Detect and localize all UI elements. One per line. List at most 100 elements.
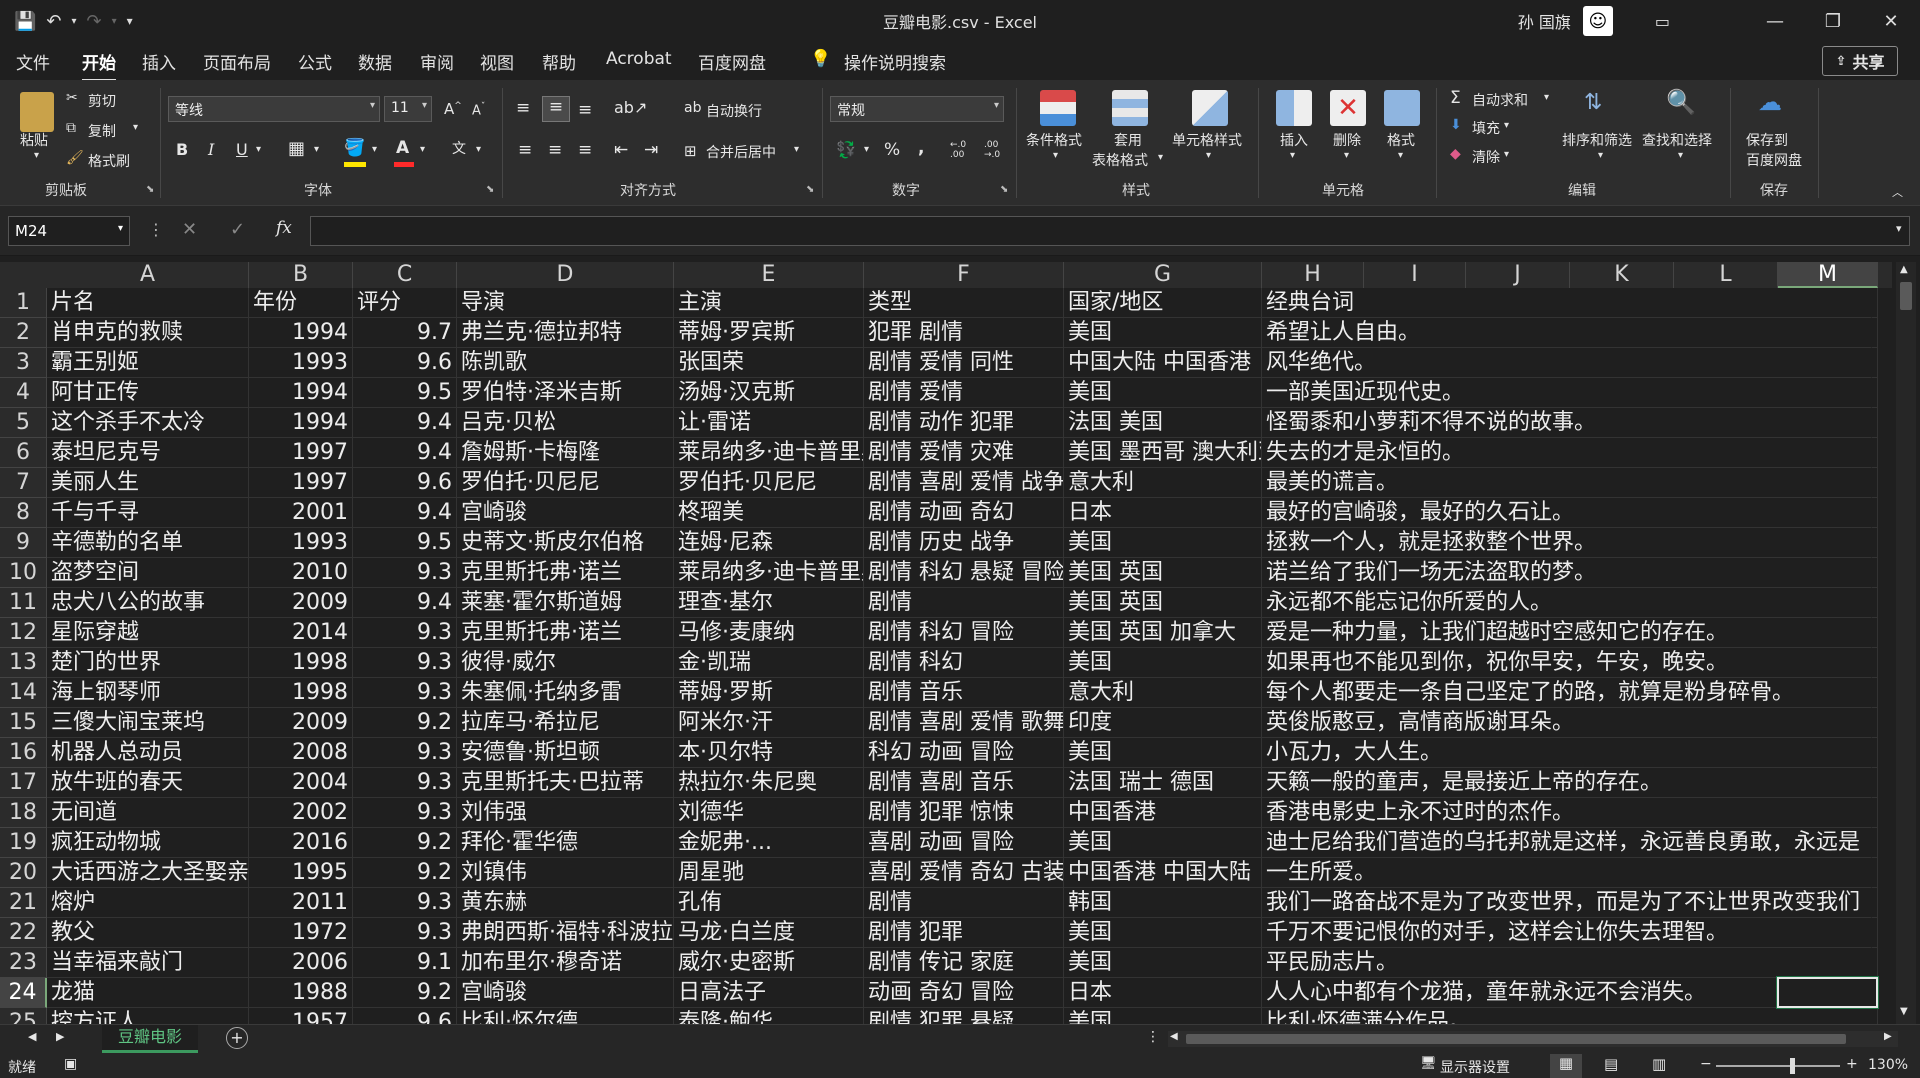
table-cell[interactable]: 黄东赫 <box>457 888 674 918</box>
table-cell[interactable]: 剧情 科幻 冒险 <box>864 618 1064 648</box>
collapse-ribbon-icon[interactable]: ︿ <box>1892 184 1903 200</box>
table-cell[interactable]: 美国 <box>1064 648 1262 678</box>
table-cell[interactable]: 熔炉 <box>47 888 249 918</box>
more-icon[interactable]: ⋮ <box>1146 1029 1160 1045</box>
merge-dropdown-icon[interactable]: ▾ <box>794 144 799 155</box>
merge-center-button[interactable]: 合并后居中 <box>706 142 776 162</box>
table-cell[interactable]: 1997 <box>249 438 353 468</box>
table-cell[interactable]: 喜剧 爱情 奇幻 古装 <box>864 858 1064 888</box>
undo-dropdown-icon[interactable]: ▾ <box>72 16 77 27</box>
table-cell[interactable]: 爱是一种力量，让我们超越时空感知它的存在。 <box>1262 618 1872 648</box>
table-cell[interactable]: 剧情 爱情 灾难 <box>864 438 1064 468</box>
table-cell[interactable]: 类型 <box>864 288 1064 318</box>
table-cell[interactable]: 剧情 科幻 <box>864 648 1064 678</box>
table-cell[interactable]: 忠犬八公的故事 <box>47 588 249 618</box>
row-header[interactable]: 10 <box>0 558 47 588</box>
bold-button[interactable]: B <box>176 140 188 159</box>
table-cell[interactable]: 剧情 科幻 悬疑 冒险 <box>864 558 1064 588</box>
table-cell[interactable]: 美国 <box>1064 918 1262 948</box>
column-header[interactable]: K <box>1570 262 1674 288</box>
table-cell[interactable]: 宫崎骏 <box>457 978 674 1008</box>
table-cell[interactable]: 导演 <box>457 288 674 318</box>
tab-data[interactable]: 数据 <box>358 49 392 74</box>
row-header[interactable]: 13 <box>0 648 47 678</box>
table-cell[interactable]: 剧情 犯罪 惊悚 <box>864 798 1064 828</box>
borders-icon[interactable]: ▦ <box>288 138 305 159</box>
fill-color-dropdown-icon[interactable]: ▾ <box>372 144 377 155</box>
percent-style-button[interactable]: % <box>884 140 900 160</box>
sort-filter-dropdown-icon[interactable]: ▾ <box>1598 150 1603 161</box>
table-cell[interactable]: 9.6 <box>353 468 457 498</box>
table-cell[interactable]: 剧情 传记 家庭 <box>864 948 1064 978</box>
table-cell[interactable]: 阿甘正传 <box>47 378 249 408</box>
table-cell[interactable]: 金·凯瑞 <box>674 648 864 678</box>
increase-decimal-button[interactable]: ←.0 .00 <box>950 140 978 160</box>
user-account[interactable]: 孙 国旗 ☺ ▭ <box>1518 6 1670 36</box>
table-cell[interactable]: 美国 英国 <box>1064 558 1262 588</box>
table-cell[interactable]: 国家/地区 <box>1064 288 1262 318</box>
table-cell[interactable]: 剧情 动画 奇幻 <box>864 498 1064 528</box>
prev-sheet-icon[interactable]: ◀ <box>28 1030 36 1043</box>
table-cell[interactable]: 剧情 爱情 同性 <box>864 348 1064 378</box>
table-cell[interactable]: 放牛班的春天 <box>47 768 249 798</box>
insert-cells-button[interactable]: 插入 <box>1280 130 1308 150</box>
row-header[interactable]: 18 <box>0 798 47 828</box>
align-bottom-icon[interactable]: ≡ <box>578 100 592 120</box>
find-dropdown-icon[interactable]: ▾ <box>1678 150 1683 161</box>
table-cell[interactable]: 1972 <box>249 918 353 948</box>
eraser-icon[interactable]: ◆ <box>1450 146 1461 162</box>
autosum-icon[interactable]: Σ <box>1450 88 1461 108</box>
font-name-combo[interactable]: 等线 ▾ <box>168 96 380 122</box>
insert-dropdown-icon[interactable]: ▾ <box>1290 150 1295 161</box>
comma-style-button[interactable]: , <box>918 138 924 158</box>
table-cell[interactable]: 意大利 <box>1064 468 1262 498</box>
row-header[interactable]: 14 <box>0 678 47 708</box>
table-cell[interactable]: 泰坦尼克号 <box>47 438 249 468</box>
row-header[interactable]: 25 <box>0 1008 47 1024</box>
table-cell[interactable]: 2016 <box>249 828 353 858</box>
column-header[interactable]: F <box>864 262 1064 288</box>
delete-dropdown-icon[interactable]: ▾ <box>1344 150 1349 161</box>
zoom-slider-track[interactable] <box>1716 1065 1840 1067</box>
row-header[interactable]: 9 <box>0 528 47 558</box>
table-cell[interactable]: 9.5 <box>353 528 457 558</box>
number-format-combo[interactable]: 常规 ▾ <box>830 96 1004 122</box>
table-cell[interactable]: 宫崎骏 <box>457 498 674 528</box>
tab-acrobat[interactable]: Acrobat <box>606 49 672 69</box>
name-box[interactable]: M24 ▾ <box>8 216 130 246</box>
table-cell[interactable]: 弗兰克·德拉邦特 <box>457 318 674 348</box>
page-layout-view-icon[interactable]: ▤ <box>1604 1055 1618 1073</box>
table-cell[interactable]: 我们一路奋战不是为了改变世界，而是为了不让世界改变我们 <box>1262 888 1872 918</box>
font-launcher-icon[interactable]: ⬊ <box>486 184 494 195</box>
table-cell[interactable]: 天籁一般的童声，是最接近上帝的存在。 <box>1262 768 1872 798</box>
table-cell[interactable]: 肖申克的救赎 <box>47 318 249 348</box>
table-cell[interactable]: 弗朗西斯·福特·科波拉 <box>457 918 674 948</box>
column-header[interactable]: J <box>1466 262 1570 288</box>
table-cell[interactable]: 蒂姆·罗宾斯 <box>674 318 864 348</box>
table-cell[interactable]: 莱昂纳多·迪卡普里奥 <box>674 438 864 468</box>
row-header[interactable]: 11 <box>0 588 47 618</box>
table-cell[interactable]: 美国 英国 加拿大 <box>1064 618 1262 648</box>
table-cell[interactable]: 9.4 <box>353 408 457 438</box>
table-cell[interactable]: 剧情 犯罪 悬疑 <box>864 1008 1064 1024</box>
table-cell[interactable]: 印度 <box>1064 708 1262 738</box>
accounting-dropdown-icon[interactable]: ▾ <box>864 144 869 155</box>
table-cell[interactable]: 9.5 <box>353 378 457 408</box>
redo-icon[interactable]: ↷ <box>87 11 102 32</box>
table-cell[interactable]: 蒂姆·罗斯 <box>674 678 864 708</box>
table-cell[interactable]: 每个人都要走一条自己坚定了的路，就算是粉身碎骨。 <box>1262 678 1872 708</box>
delete-cells-button[interactable]: 删除 <box>1333 130 1361 150</box>
column-header[interactable]: L <box>1674 262 1778 288</box>
delete-cells-icon[interactable]: ✕ <box>1330 90 1366 126</box>
table-cell[interactable]: 9.3 <box>353 648 457 678</box>
table-cell[interactable]: 当幸福来敲门 <box>47 948 249 978</box>
row-header[interactable]: 23 <box>0 948 47 978</box>
tab-page-layout[interactable]: 页面布局 <box>203 49 271 74</box>
table-cell[interactable]: 美国 <box>1064 738 1262 768</box>
table-cell[interactable]: 中国大陆 中国香港 <box>1064 348 1262 378</box>
table-cell[interactable]: 2006 <box>249 948 353 978</box>
table-cell[interactable]: 1995 <box>249 858 353 888</box>
table-cell[interactable]: 剧情 音乐 <box>864 678 1064 708</box>
fill-down-icon[interactable]: ⬇ <box>1450 117 1462 133</box>
font-color-icon[interactable]: A <box>396 138 409 158</box>
